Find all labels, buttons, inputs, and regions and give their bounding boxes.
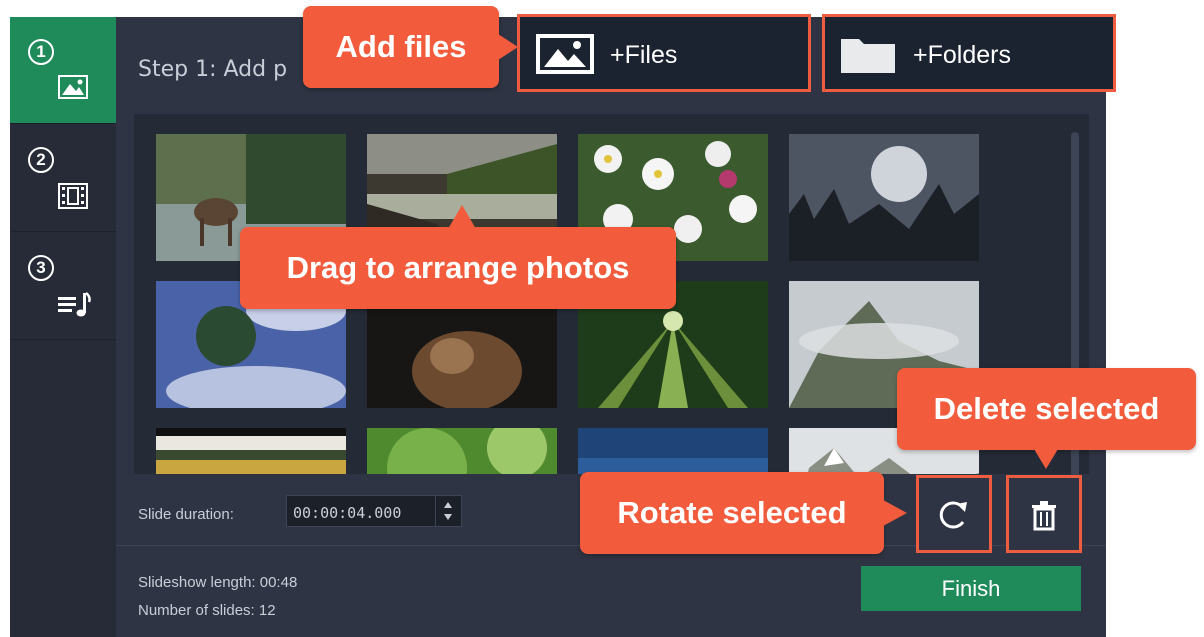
duration-label: Slide duration: [138, 506, 234, 523]
delete-button[interactable] [1006, 475, 1082, 553]
callout-arrow [1034, 449, 1058, 469]
callout-arrow [448, 205, 476, 229]
step-tab-transitions[interactable]: 2 [10, 125, 116, 232]
photo-thumbnail[interactable] [789, 134, 979, 261]
rotate-icon [939, 501, 967, 529]
slideshow-stats: Slideshow length: 00:48 Number of slides… [138, 569, 297, 625]
step-tab-music[interactable]: 3 [10, 233, 116, 340]
callout-arrow [883, 500, 907, 526]
rotate-button[interactable] [916, 475, 992, 553]
film-icon [58, 183, 88, 209]
trash-icon [1032, 501, 1056, 531]
finish-button[interactable]: Finish [861, 566, 1081, 611]
add-folders-label: +Folders [913, 41, 1011, 69]
duration-spinner[interactable] [435, 496, 461, 526]
callout-drag-to-arrange: Drag to arrange photos [240, 227, 676, 309]
photo-thumbnail[interactable] [578, 428, 768, 474]
callout-add-files: Add files [303, 6, 499, 88]
duration-value: 00:00:04.000 [293, 504, 402, 522]
slide-count: Number of slides: 12 [138, 602, 276, 619]
slideshow-wizard-window: 1 2 3 Step 1: Add p Slide duration: 00:0… [10, 17, 1106, 637]
photo-thumbnail[interactable] [156, 428, 346, 474]
callout-arrow [498, 34, 518, 60]
step-title: Step 1: Add p [138, 57, 288, 82]
step-tab-add-photos[interactable]: 1 [10, 17, 116, 124]
slideshow-length: Slideshow length: 00:48 [138, 574, 298, 591]
photo-icon [58, 75, 88, 99]
step-number: 1 [28, 39, 54, 65]
callout-rotate-selected: Rotate selected [580, 472, 884, 554]
add-files-button[interactable]: +Files [517, 14, 811, 92]
music-icon [58, 292, 91, 317]
folder-icon [841, 39, 895, 73]
add-files-label: +Files [610, 41, 678, 69]
image-icon [536, 34, 594, 74]
step-sidebar: 1 2 3 [10, 17, 116, 637]
step-number: 3 [28, 255, 54, 281]
spinner-arrows-icon [444, 502, 452, 520]
callout-delete-selected: Delete selected [897, 368, 1196, 450]
step-number: 2 [28, 147, 54, 173]
add-folders-button[interactable]: +Folders [822, 14, 1116, 92]
photo-thumbnail[interactable] [367, 428, 557, 474]
duration-input[interactable]: 00:00:04.000 [286, 495, 462, 527]
